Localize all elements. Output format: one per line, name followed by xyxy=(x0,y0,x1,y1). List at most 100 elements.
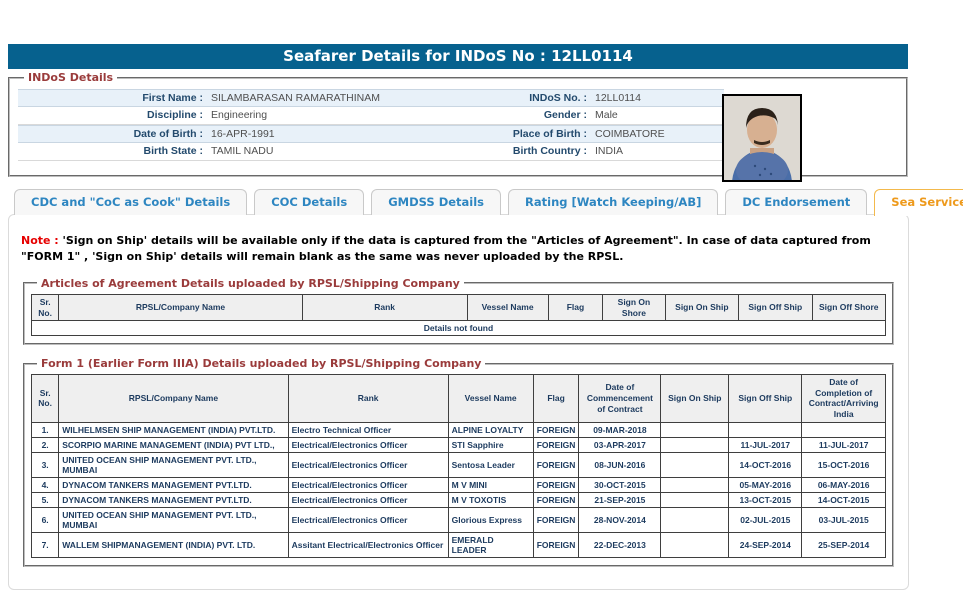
table-cell: FOREIGN xyxy=(533,452,579,477)
field-label: Birth State : xyxy=(18,143,208,160)
table-cell: Electrical/Electronics Officer xyxy=(288,452,448,477)
tab-gmdss-details[interactable]: GMDSS Details xyxy=(371,189,501,215)
indos-details-grid: First Name :SILAMBARASAN RAMARATHINAMIND… xyxy=(18,89,724,161)
header-cell: RPSL/Company Name xyxy=(59,375,288,423)
tab-sea-service-details[interactable]: Sea Service Details xyxy=(874,189,963,216)
table-cell: SCORPIO MARINE MANAGEMENT (INDIA) PVT LT… xyxy=(59,437,288,452)
table-cell: FOREIGN xyxy=(533,422,579,437)
detail-row: Birth State :TAMIL NADUBirth Country :IN… xyxy=(18,143,724,161)
tab-dc-endorsement[interactable]: DC Endorsement xyxy=(725,189,867,215)
table-cell: 14-OCT-2016 xyxy=(729,452,802,477)
header-cell: Sign Off Shore xyxy=(812,294,886,320)
table-cell xyxy=(802,422,886,437)
table-cell: 30-OCT-2015 xyxy=(579,477,661,492)
table-cell: 22-DEC-2013 xyxy=(579,532,661,557)
page-title: Seafarer Details for INDoS No : 12LL0114 xyxy=(8,44,908,69)
note-prefix: Note : xyxy=(21,234,59,247)
header-cell: Rank xyxy=(288,375,448,423)
table-header-row: Sr. No.RPSL/Company NameRankVessel NameF… xyxy=(32,294,886,320)
field-value: 16-APR-1991 xyxy=(208,126,446,142)
field-value: INDIA xyxy=(592,143,722,160)
table-cell: UNITED OCEAN SHIP MANAGEMENT PVT. LTD., … xyxy=(59,507,288,532)
field-label: Date of Birth : xyxy=(18,126,208,142)
field-value: Engineering xyxy=(208,107,446,124)
table-cell: FOREIGN xyxy=(533,532,579,557)
table-row: 6.UNITED OCEAN SHIP MANAGEMENT PVT. LTD.… xyxy=(32,507,886,532)
table-cell: DYNACOM TANKERS MANAGEMENT PVT.LTD. xyxy=(59,477,288,492)
indos-details-legend: INDoS Details xyxy=(24,71,117,84)
field-value: COIMBATORE xyxy=(592,126,722,142)
table-cell: DYNACOM TANKERS MANAGEMENT PVT.LTD. xyxy=(59,492,288,507)
table-row: 5.DYNACOM TANKERS MANAGEMENT PVT.LTD.Ele… xyxy=(32,492,886,507)
table-cell: M V TOXOTIS xyxy=(448,492,533,507)
header-cell: Flag xyxy=(548,294,603,320)
seafarer-details-page: Seafarer Details for INDoS No : 12LL0114… xyxy=(0,0,916,590)
table-cell xyxy=(661,477,729,492)
field-label: Gender : xyxy=(446,107,592,124)
table-cell: 13-OCT-2015 xyxy=(729,492,802,507)
table-cell: 4. xyxy=(32,477,59,492)
table-cell: UNITED OCEAN SHIP MANAGEMENT PVT. LTD., … xyxy=(59,452,288,477)
table-cell: 1. xyxy=(32,422,59,437)
table-header-row: Sr. No.RPSL/Company NameRankVessel NameF… xyxy=(32,375,886,423)
table-cell: 15-OCT-2016 xyxy=(802,452,886,477)
table-cell: 2. xyxy=(32,437,59,452)
tab-rating-watch-keeping-ab[interactable]: Rating [Watch Keeping/AB] xyxy=(508,189,718,215)
form1-legend: Form 1 (Earlier Form IIIA) Details uploa… xyxy=(37,357,485,370)
seafarer-photo-image xyxy=(724,96,800,180)
table-row: 7.WALLEM SHIPMANAGEMENT (INDIA) PVT. LTD… xyxy=(32,532,886,557)
empty-message: Details not found xyxy=(32,321,886,336)
header-cell: Vessel Name xyxy=(467,294,548,320)
table-cell: STI Sapphire xyxy=(448,437,533,452)
header-cell: Sign On Ship xyxy=(661,375,729,423)
header-cell: RPSL/Company Name xyxy=(59,294,302,320)
table-cell: 24-SEP-2014 xyxy=(729,532,802,557)
header-cell: Sr. No. xyxy=(32,294,59,320)
table-cell: 06-MAY-2016 xyxy=(802,477,886,492)
detail-row: Date of Birth :16-APR-1991Place of Birth… xyxy=(18,125,724,143)
field-label: INDoS No. : xyxy=(446,90,592,106)
field-value: 12LL0114 xyxy=(592,90,722,106)
tab-cdc-and-coc-as-cook-details[interactable]: CDC and "CoC as Cook" Details xyxy=(14,189,247,215)
table-cell: Glorious Express xyxy=(448,507,533,532)
field-label: First Name : xyxy=(18,90,208,106)
table-cell: FOREIGN xyxy=(533,477,579,492)
table-cell: 08-JUN-2016 xyxy=(579,452,661,477)
table-cell: ALPINE LOYALTY xyxy=(448,422,533,437)
articles-of-agreement-fieldset: Articles of Agreement Details uploaded b… xyxy=(23,277,894,345)
table-cell: Electrical/Electronics Officer xyxy=(288,507,448,532)
table-cell: Electrical/Electronics Officer xyxy=(288,437,448,452)
field-value: Male xyxy=(592,107,722,124)
note-text: 'Sign on Ship' details will be available… xyxy=(21,234,871,263)
header-cell: Date of Commencement of Contract xyxy=(579,375,661,423)
indos-details-panel: INDoS Details First Name :SILAMBARASAN R… xyxy=(8,71,908,177)
field-value: SILAMBARASAN RAMARATHINAM xyxy=(208,90,446,106)
form1-table: Sr. No.RPSL/Company NameRankVessel NameF… xyxy=(31,374,886,558)
table-cell: FOREIGN xyxy=(533,492,579,507)
header-cell: Date of Completion of Contract/Arriving … xyxy=(802,375,886,423)
table-cell: 09-MAR-2018 xyxy=(579,422,661,437)
articles-of-agreement-legend: Articles of Agreement Details uploaded b… xyxy=(37,277,464,290)
table-cell: 7. xyxy=(32,532,59,557)
sign-on-ship-note: Note : 'Sign on Ship' details will be av… xyxy=(21,233,896,265)
header-cell: Sr. No. xyxy=(32,375,59,423)
header-cell: Sign On Ship xyxy=(665,294,738,320)
table-cell: 02-JUL-2015 xyxy=(729,507,802,532)
table-cell: 3. xyxy=(32,452,59,477)
table-cell: 11-JUL-2017 xyxy=(802,437,886,452)
tab-coc-details[interactable]: COC Details xyxy=(254,189,364,215)
table-cell: 14-OCT-2015 xyxy=(802,492,886,507)
header-cell: Flag xyxy=(533,375,579,423)
table-cell: Electrical/Electronics Officer xyxy=(288,477,448,492)
seafarer-photo xyxy=(722,94,802,182)
table-cell xyxy=(661,507,729,532)
table-cell xyxy=(661,492,729,507)
table-cell xyxy=(661,437,729,452)
table-cell: Electrical/Electronics Officer xyxy=(288,492,448,507)
table-cell: EMERALD LEADER xyxy=(448,532,533,557)
table-empty-row: Details not found xyxy=(32,321,886,336)
table-row: 2.SCORPIO MARINE MANAGEMENT (INDIA) PVT … xyxy=(32,437,886,452)
sea-service-tab-panel: Note : 'Sign on Ship' details will be av… xyxy=(8,214,909,590)
header-cell: Vessel Name xyxy=(448,375,533,423)
field-label: Discipline : xyxy=(18,107,208,124)
